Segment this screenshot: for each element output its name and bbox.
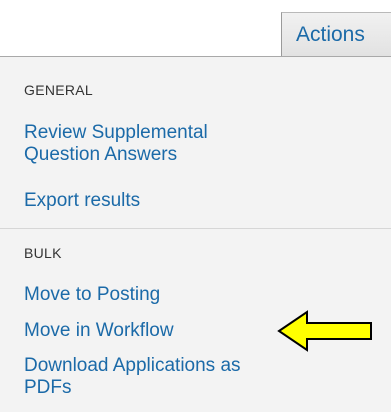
menu-item-download-applications-as-pdfs[interactable]: Download Applications as PDFs (24, 355, 241, 399)
menu-item-review-supplemental-question-answers[interactable]: Review Supplemental Question Answers (24, 122, 208, 166)
actions-tab[interactable]: Actions (281, 12, 391, 56)
menu-item-move-to-posting[interactable]: Move to Posting (24, 284, 160, 306)
section-heading-bulk: BULK (24, 245, 62, 261)
menu-item-move-in-workflow[interactable]: Move in Workflow (24, 320, 174, 342)
section-divider (0, 228, 391, 229)
menu-item-export-results[interactable]: Export results (24, 190, 140, 212)
section-heading-general: GENERAL (24, 82, 94, 98)
yellow-arrow-icon (277, 310, 372, 352)
actions-dropdown-panel: GENERAL Review Supplemental Question Ans… (0, 56, 391, 412)
actions-menu-screenshot: Actions GENERAL Review Supplemental Ques… (0, 0, 391, 412)
actions-tab-label: Actions (296, 22, 365, 46)
